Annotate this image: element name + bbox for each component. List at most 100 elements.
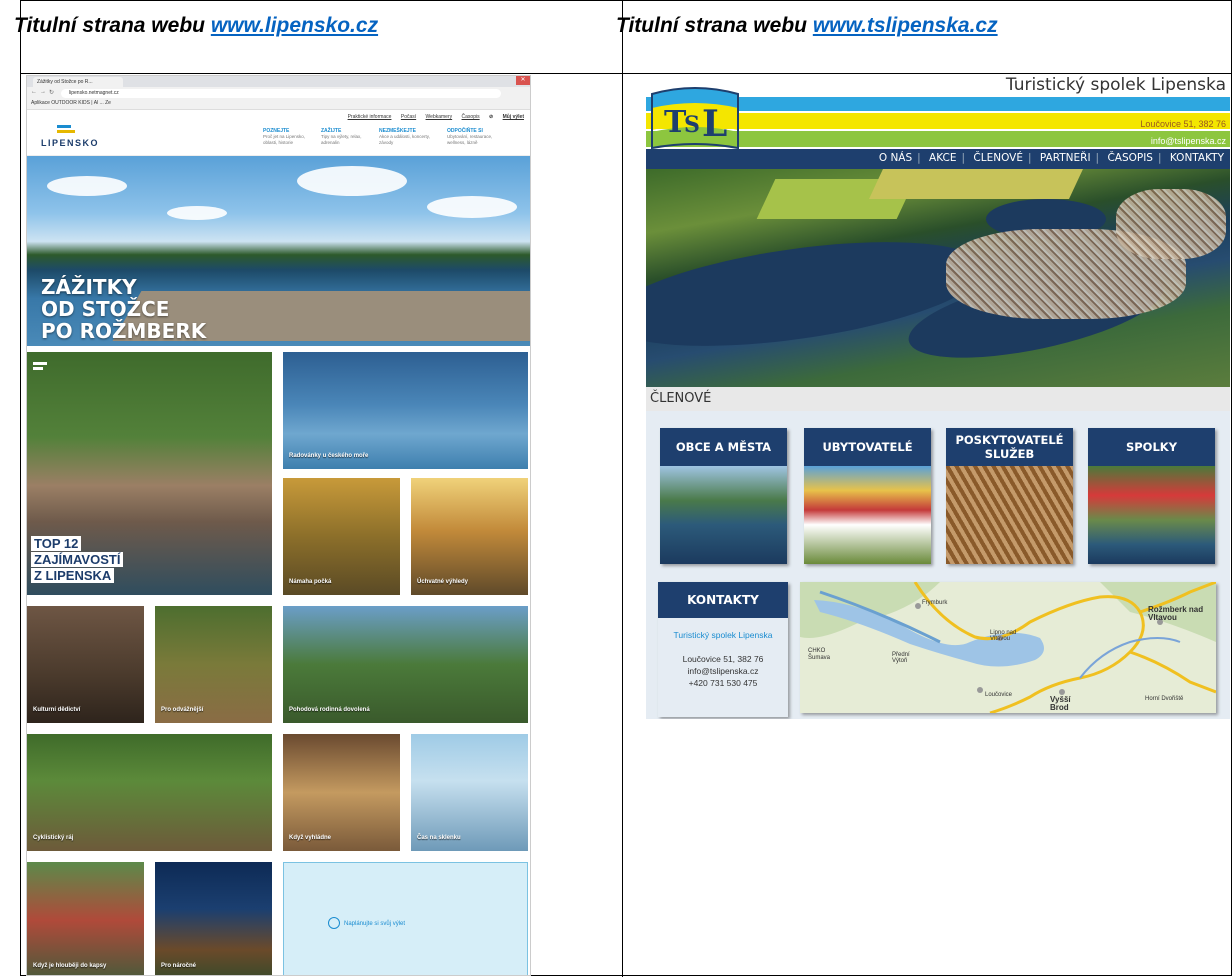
tile-vyhladne[interactable]: Když vyhládne xyxy=(283,734,400,851)
tsl-logo-icon[interactable]: T S L xyxy=(648,84,742,152)
section-bar: ČLENOVÉ xyxy=(646,387,1230,411)
tile-caption: Cyklistický ráj xyxy=(33,835,74,841)
tile-caption: Námaha počká xyxy=(289,579,332,585)
lipensko-header: LIPENSKO Praktické informace Počasí Webk… xyxy=(27,110,530,156)
tile-caption: Když vyhládne xyxy=(289,835,332,841)
card-title: POSKYTOVATELÉ SLUŽEB xyxy=(946,428,1073,466)
cloud xyxy=(297,166,407,196)
tslipenska-screenshot: Turistický spolek Lipenska Loučovice 51,… xyxy=(646,75,1230,719)
map-label: Přední Výtoň xyxy=(892,652,910,664)
top-link[interactable]: Časopis xyxy=(462,114,480,120)
tile-odvaznejsi[interactable]: Pro odvážnější xyxy=(155,606,272,723)
tile-caption: Když je hlouběji do kapsy xyxy=(33,963,107,969)
card-title: SPOLKY xyxy=(1088,428,1215,466)
hero-image[interactable]: ZÁŽITKY OD STOŽCE PO ROŽMBERK xyxy=(27,156,530,346)
cloud xyxy=(427,196,517,218)
tile-caption: Pro odvážnější xyxy=(161,707,204,713)
tile-kulturni[interactable]: Kulturní dědictví xyxy=(27,606,144,723)
nav-partneri[interactable]: PARTNEŘI xyxy=(1040,152,1091,164)
lipensko-logo[interactable]: LIPENSKO xyxy=(41,138,99,148)
map-label: CHKO Šumava xyxy=(808,648,831,661)
nav-kontakty[interactable]: KONTAKTY xyxy=(1170,152,1224,164)
map-label: Lipno nad Vltavou xyxy=(990,630,1017,642)
nav-clenove[interactable]: ČLENOVÉ xyxy=(973,152,1023,164)
menu-item[interactable]: NEZMEŠKEJTE Akce a události, koncerty, zá… xyxy=(379,128,431,146)
card-image xyxy=(804,466,931,564)
forward-icon[interactable]: → xyxy=(40,89,46,95)
card-image xyxy=(660,466,787,564)
plan-trip-label: Naplánujte si svůj výlet xyxy=(344,921,406,927)
tile-pohodova[interactable]: Pohodová rodinná dovolená xyxy=(283,606,528,723)
top-link[interactable]: Počasí xyxy=(401,114,416,120)
top12-label: TOP 12 ZAJÍMAVOSTÍ Z LIPENSKA xyxy=(31,535,124,583)
tile-uchvatne[interactable]: Úchvatné výhledy xyxy=(411,478,528,595)
card-obce[interactable]: OBCE A MĚSTA xyxy=(660,428,787,564)
nav-akce[interactable]: AKCE xyxy=(929,152,956,164)
lipensko-link[interactable]: www.lipensko.cz xyxy=(211,14,378,37)
hero-title-line: ZÁŽITKY xyxy=(41,275,137,299)
tile-top12[interactable]: TOP 12 ZAJÍMAVOSTÍ Z LIPENSKA xyxy=(27,352,272,595)
card-ubytovatele[interactable]: UBYTOVATELÉ xyxy=(804,428,931,564)
contacts-phone: +420 731 530 475 xyxy=(688,678,758,688)
svg-text:L: L xyxy=(702,103,727,145)
nav-casopis[interactable]: ČASOPIS xyxy=(1107,152,1153,164)
map-label: Loučovice xyxy=(985,692,1013,698)
map-label: Vyšší Brod xyxy=(1050,695,1071,712)
menu-item[interactable]: ODPOČIŇTE SI Ubytování, restaurace, welln… xyxy=(447,128,499,146)
top-link[interactable]: Webkamery xyxy=(426,114,453,120)
menu-item[interactable]: ZAŽIJTE Tipy na výlety, relax, adrenalin xyxy=(321,128,373,146)
back-icon[interactable]: ← xyxy=(31,89,37,95)
card-title: OBCE A MĚSTA xyxy=(660,428,787,466)
plan-trip-tile[interactable]: Naplánujte si svůj výlet xyxy=(283,862,528,975)
section-title: ČLENOVÉ xyxy=(650,391,712,406)
menu-text: Ubytování, restaurace, wellness, lázně xyxy=(447,134,493,145)
field xyxy=(869,169,1083,199)
reload-icon[interactable]: ↻ xyxy=(49,89,54,96)
contacts-email[interactable]: info@tslipenska.cz xyxy=(658,666,788,676)
menu-text: Akce a události, koncerty, závody xyxy=(379,134,430,145)
site-title: Turistický spolek Lipenska xyxy=(1005,75,1226,95)
card-spolky[interactable]: SPOLKY xyxy=(1088,428,1215,564)
my-trip-link[interactable]: ⊘ Můj výlet xyxy=(489,114,524,120)
cloud xyxy=(167,206,227,220)
map-label: Horní Dvořiště xyxy=(1145,696,1184,702)
tile-hloubeji[interactable]: Když je hlouběji do kapsy xyxy=(27,862,144,975)
header-email[interactable]: info@tslipenska.cz xyxy=(1151,136,1226,146)
card-title: UBYTOVATELÉ xyxy=(804,428,931,466)
main-nav: O NÁS | AKCE | ČLENOVÉ | PARTNEŘI | ČASOPIS |… xyxy=(646,149,1230,169)
svg-text:S: S xyxy=(684,112,700,138)
contacts-org: Turistický spolek Lipenska xyxy=(673,630,773,640)
lipensko-arrow-icon xyxy=(57,125,79,133)
menu-text: Proč jet na Lipensko, oblasti, historie xyxy=(263,134,306,145)
browser-chrome: Zážitky od Stožce po R... ✕ ← → ↻ lipens… xyxy=(27,76,530,110)
browser-tab[interactable]: Zážitky od Stožce po R... xyxy=(33,77,123,87)
tile-caption: Kulturní dědictví xyxy=(33,707,81,713)
map-label: Rožmberk nad Vltavou xyxy=(1148,605,1204,622)
bookmarks-bar[interactable]: Aplikace OUTDOOR KIDS | Al ... Ze xyxy=(31,100,111,106)
region-map[interactable]: Frymburk Lipno nad Vltavou Přední Výtoň … xyxy=(800,582,1216,713)
left-cell-heading: Titulní strana webu www.lipensko.cz xyxy=(14,14,378,38)
tile-narocne[interactable]: Pro náročné xyxy=(155,862,272,975)
tile-cyklisticky[interactable]: Cyklistický ráj xyxy=(27,734,272,851)
contacts-card[interactable]: KONTAKTY Turistický spolek Lipenska Louč… xyxy=(658,582,788,717)
nav-o-nas[interactable]: O NÁS xyxy=(879,152,912,164)
hero-title: ZÁŽITKY OD STOŽCE PO ROŽMBERK xyxy=(41,276,206,342)
map-label: Frymburk xyxy=(922,600,948,606)
top12-line: ZAJÍMAVOSTÍ xyxy=(31,552,124,567)
tile-namaha[interactable]: Námaha počká xyxy=(283,478,400,595)
top12-line: Z LIPENSKA xyxy=(31,568,115,583)
card-image xyxy=(946,466,1073,564)
menu-item[interactable]: POZNEJTE Proč jet na Lipensko, oblasti, h… xyxy=(263,128,315,146)
tile-radovanky[interactable]: Radovánky u českého moře xyxy=(283,352,528,469)
tile-caption: Úchvatné výhledy xyxy=(417,579,469,585)
village xyxy=(1116,189,1226,259)
tile-cas[interactable]: Čas na sklenku xyxy=(411,734,528,851)
arrow-icon xyxy=(33,362,47,372)
window-close-icon[interactable]: ✕ xyxy=(516,76,530,85)
my-trip-label: Můj výlet xyxy=(502,114,524,120)
address-bar[interactable]: lipensko.netmagnet.cz xyxy=(61,89,501,98)
top-link[interactable]: Praktické informace xyxy=(348,114,392,120)
header-address: Loučovice 51, 382 76 xyxy=(1140,119,1226,129)
tslipenska-link[interactable]: www.tslipenska.cz xyxy=(813,14,998,37)
card-poskytovatele[interactable]: POSKYTOVATELÉ SLUŽEB xyxy=(946,428,1073,564)
